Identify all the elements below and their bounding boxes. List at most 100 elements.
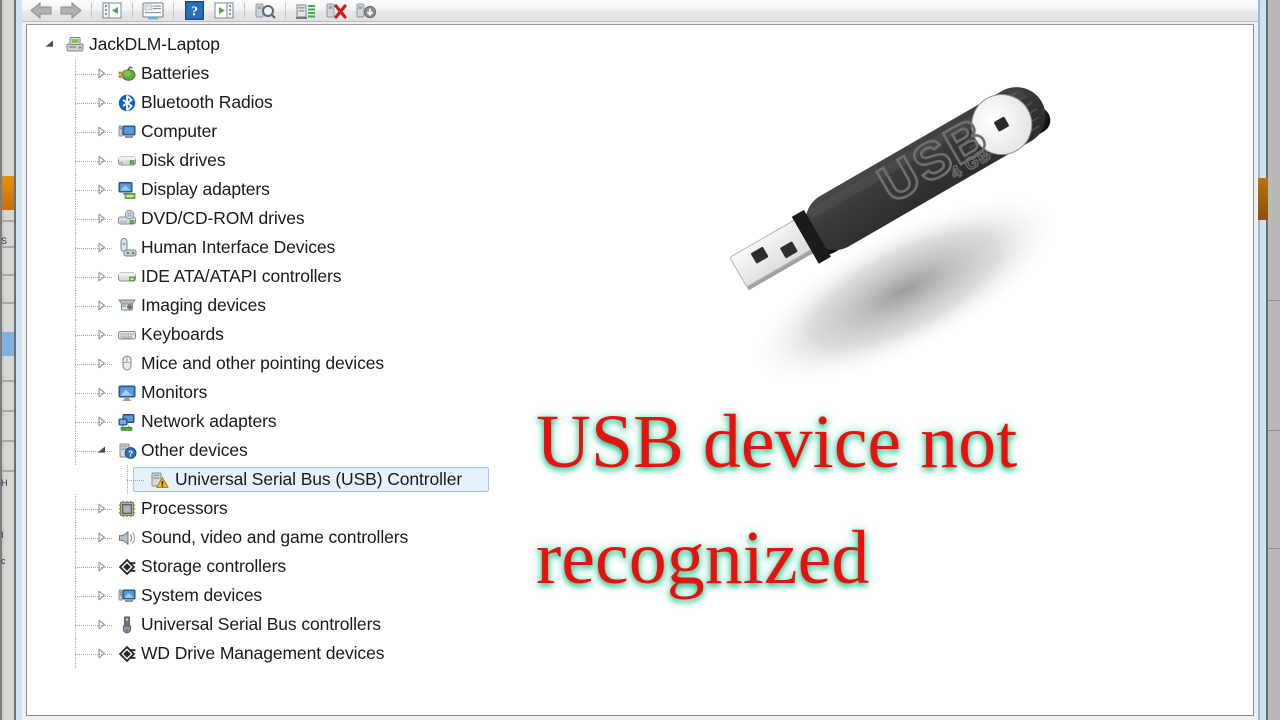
network-adapter-icon [117, 412, 137, 432]
tree-item-label: System devices [141, 585, 263, 605]
disk-drive-icon [117, 151, 137, 171]
tree-expand-arrow-icon[interactable] [95, 590, 107, 602]
computer-node-icon [117, 122, 137, 142]
background-window-text: I [1, 530, 4, 540]
tree-connector-line [127, 480, 145, 481]
tree-expand-arrow-icon[interactable] [95, 300, 107, 312]
tree-connector-line [75, 306, 113, 307]
toolbar-separator [173, 2, 174, 19]
tree-item-label: Processors [141, 498, 228, 518]
tree-expand-arrow-icon[interactable] [95, 358, 107, 370]
tree-expand-arrow-icon[interactable] [95, 242, 107, 254]
tree-connector-line [75, 538, 113, 539]
tree-connector-line [75, 103, 113, 104]
tree-expand-arrow-icon[interactable] [95, 213, 107, 225]
wd-drive-icon [117, 644, 137, 664]
background-window-row-line [1268, 548, 1280, 549]
tree-item-label: Computer [141, 121, 218, 141]
uninstall-button[interactable] [321, 1, 351, 21]
toolbar-separator [91, 2, 92, 19]
tree-expand-arrow-icon[interactable] [95, 184, 107, 196]
keyboard-icon [117, 325, 137, 345]
tree-connector-line [75, 567, 113, 568]
tree-item-label: Bluetooth Radios [141, 92, 273, 112]
background-window-row-line [2, 470, 14, 472]
svg-text:?: ? [191, 5, 198, 20]
tree-expand-arrow-icon[interactable] [95, 619, 107, 631]
show-hide-tree-button[interactable] [97, 1, 127, 21]
ide-controller-icon [117, 267, 137, 287]
tree-expand-arrow-icon[interactable] [95, 329, 107, 341]
background-window-text: H [1, 478, 8, 488]
tree-item-label: Network adapters [141, 411, 277, 431]
tree-item-label: IDE ATA/ATAPI controllers [141, 266, 342, 286]
help-button[interactable]: ? [179, 1, 209, 21]
background-window-row-line [2, 410, 14, 412]
tree-expand-arrow-icon[interactable] [95, 126, 107, 138]
imaging-device-icon [117, 296, 137, 316]
tree-connector-line [75, 335, 113, 336]
tree-expand-arrow-icon[interactable] [95, 561, 107, 573]
background-window-row-line [1268, 430, 1280, 431]
warning-device-icon [149, 470, 169, 490]
tree-connector-line [75, 161, 113, 162]
tree-connector-line [75, 654, 113, 655]
tree-connector-line [75, 393, 113, 394]
tree-item-label: Universal Serial Bus (USB) Controller [175, 469, 463, 489]
scan-hardware-button[interactable] [250, 1, 280, 21]
tree-expand-arrow-icon[interactable] [95, 155, 107, 167]
display-adapter-icon [117, 180, 137, 200]
tree-item[interactable]: WD Drive Management devices [27, 639, 1253, 668]
background-window-row-line [2, 246, 14, 248]
tree-connector-line [75, 219, 113, 220]
tree-collapse-arrow-icon[interactable] [43, 39, 55, 51]
back-button[interactable] [26, 1, 56, 21]
usb-flash-drive-image: USB 4 GB [690, 22, 1120, 392]
background-window-selected-row [2, 332, 14, 356]
toolbar: ? [22, 0, 1258, 22]
tree-item-label: Storage controllers [141, 556, 286, 576]
tree-collapse-arrow-icon[interactable] [95, 445, 107, 457]
dvd-drive-icon [117, 209, 137, 229]
background-window-row-line [2, 440, 14, 442]
toolbar-separator [285, 2, 286, 19]
background-window-row-line [2, 302, 14, 304]
tree-connector-line [75, 364, 113, 365]
sound-icon [117, 528, 137, 548]
tree-item-label: Other devices [141, 440, 248, 460]
mouse-icon [117, 354, 137, 374]
tree-expand-arrow-icon[interactable] [95, 271, 107, 283]
tree-item-label: Sound, video and game controllers [141, 527, 409, 547]
tree-item-label: Display adapters [141, 179, 270, 199]
tree-expand-arrow-icon[interactable] [95, 648, 107, 660]
tree-connector-line [75, 625, 113, 626]
computer-icon [65, 35, 85, 55]
monitor-icon [117, 383, 137, 403]
tree-connector-line [75, 132, 113, 133]
tree-connector-line [75, 451, 113, 452]
tree-connector-line [75, 596, 113, 597]
toolbar-separator [244, 2, 245, 19]
tree-expand-arrow-icon[interactable] [95, 68, 107, 80]
show-action-pane-button[interactable] [209, 1, 239, 21]
tree-expand-arrow-icon[interactable] [95, 97, 107, 109]
system-device-icon [117, 586, 137, 606]
usb-controller-icon [117, 615, 137, 635]
overlay-headline-line2: recognized [536, 516, 870, 600]
tree-expand-arrow-icon[interactable] [95, 387, 107, 399]
disable-button[interactable] [351, 1, 381, 21]
tree-connector-line [75, 190, 113, 191]
tree-expand-arrow-icon[interactable] [95, 416, 107, 428]
tree-item-label: JackDLM-Laptop [89, 34, 220, 54]
update-driver-button[interactable] [291, 1, 321, 21]
tree-item-label: Keyboards [141, 324, 224, 344]
properties-button[interactable] [138, 1, 168, 21]
tree-expand-arrow-icon[interactable] [95, 503, 107, 515]
tree-expand-arrow-icon[interactable] [95, 532, 107, 544]
storage-controller-icon [117, 557, 137, 577]
forward-button[interactable] [56, 1, 86, 21]
background-window-row-line [2, 220, 14, 222]
tree-item-label: Universal Serial Bus controllers [141, 614, 381, 634]
tree-item-label: Mice and other pointing devices [141, 353, 385, 373]
background-window-left-sliver[interactable]: S H I c [0, 0, 22, 720]
